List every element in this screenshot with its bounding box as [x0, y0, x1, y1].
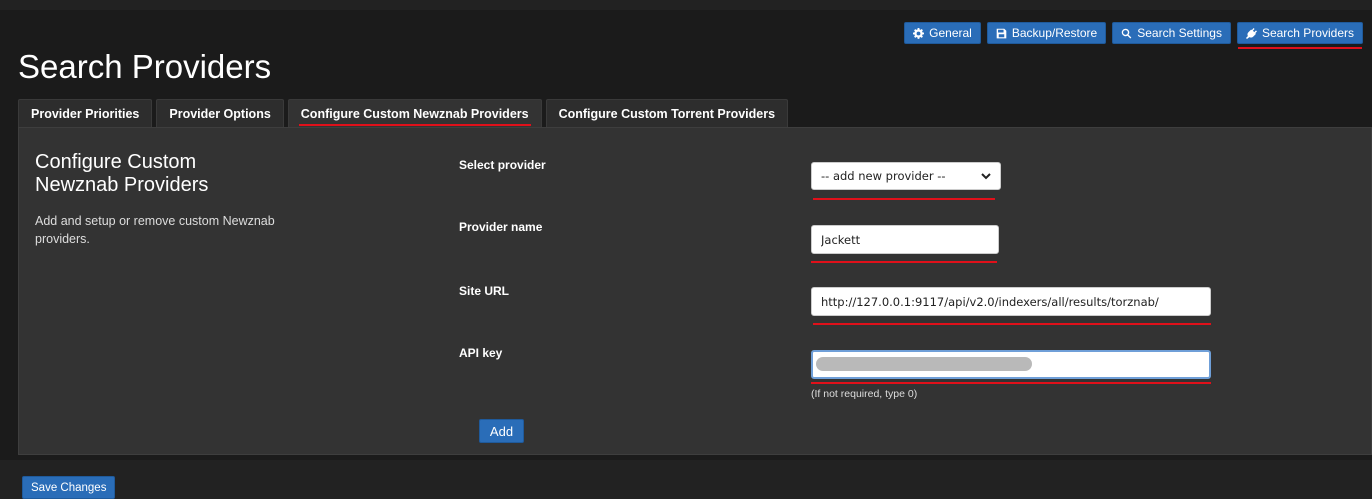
select-provider-value: -- add new provider --	[821, 169, 946, 183]
top-navigation: General Backup/Restore Search Settings S…	[904, 22, 1363, 49]
tab-provider-options[interactable]: Provider Options	[156, 99, 284, 127]
page-title: Search Providers	[18, 48, 272, 85]
general-button[interactable]: General	[904, 22, 981, 44]
panel-description: Add and setup or remove custom Newznab p…	[35, 214, 275, 246]
site-url-label: Site URL	[459, 284, 510, 298]
gear-icon	[913, 27, 925, 39]
select-provider-label: Select provider	[459, 158, 546, 172]
search-settings-button[interactable]: Search Settings	[1112, 22, 1231, 44]
tab-custom-torrent-providers[interactable]: Configure Custom Torrent Providers	[545, 99, 789, 127]
provider-name-input[interactable]	[811, 225, 999, 254]
search-providers-button[interactable]: Search Providers	[1236, 22, 1363, 49]
provider-name-underline	[811, 261, 997, 263]
tab-custom-newznab-providers[interactable]: Configure Custom Newznab Providers	[287, 99, 542, 127]
api-key-underline	[811, 382, 1211, 384]
add-provider-button[interactable]: Add	[479, 419, 524, 443]
backup-restore-button-label: Backup/Restore	[1011, 26, 1098, 40]
general-button-label: General	[929, 26, 972, 40]
search-icon	[1122, 28, 1132, 39]
save-changes-button[interactable]: Save Changes	[22, 476, 116, 499]
chevron-down-icon	[981, 173, 991, 180]
api-key-hint: (If not required, type 0)	[811, 388, 918, 400]
select-provider-underline	[813, 198, 995, 200]
tab-provider-priorities[interactable]: Provider Priorities	[18, 99, 153, 127]
backup-restore-button[interactable]: Backup/Restore	[986, 22, 1107, 44]
provider-name-label: Provider name	[459, 220, 543, 234]
search-providers-button-label: Search Providers	[1261, 26, 1354, 40]
search-settings-button-label: Search Settings	[1137, 26, 1222, 40]
api-key-redacted	[816, 357, 1032, 371]
floppy-icon	[996, 28, 1007, 38]
api-key-label: API key	[459, 346, 503, 360]
panel-heading: Configure Custom Newznab Providers	[35, 151, 209, 196]
select-provider-dropdown[interactable]: -- add new provider --	[811, 162, 1001, 190]
site-url-input[interactable]	[811, 287, 1211, 316]
plug-icon	[1245, 27, 1257, 39]
site-url-underline	[813, 323, 1211, 325]
tab-bar: Provider Priorities Provider Options Con…	[18, 99, 789, 127]
